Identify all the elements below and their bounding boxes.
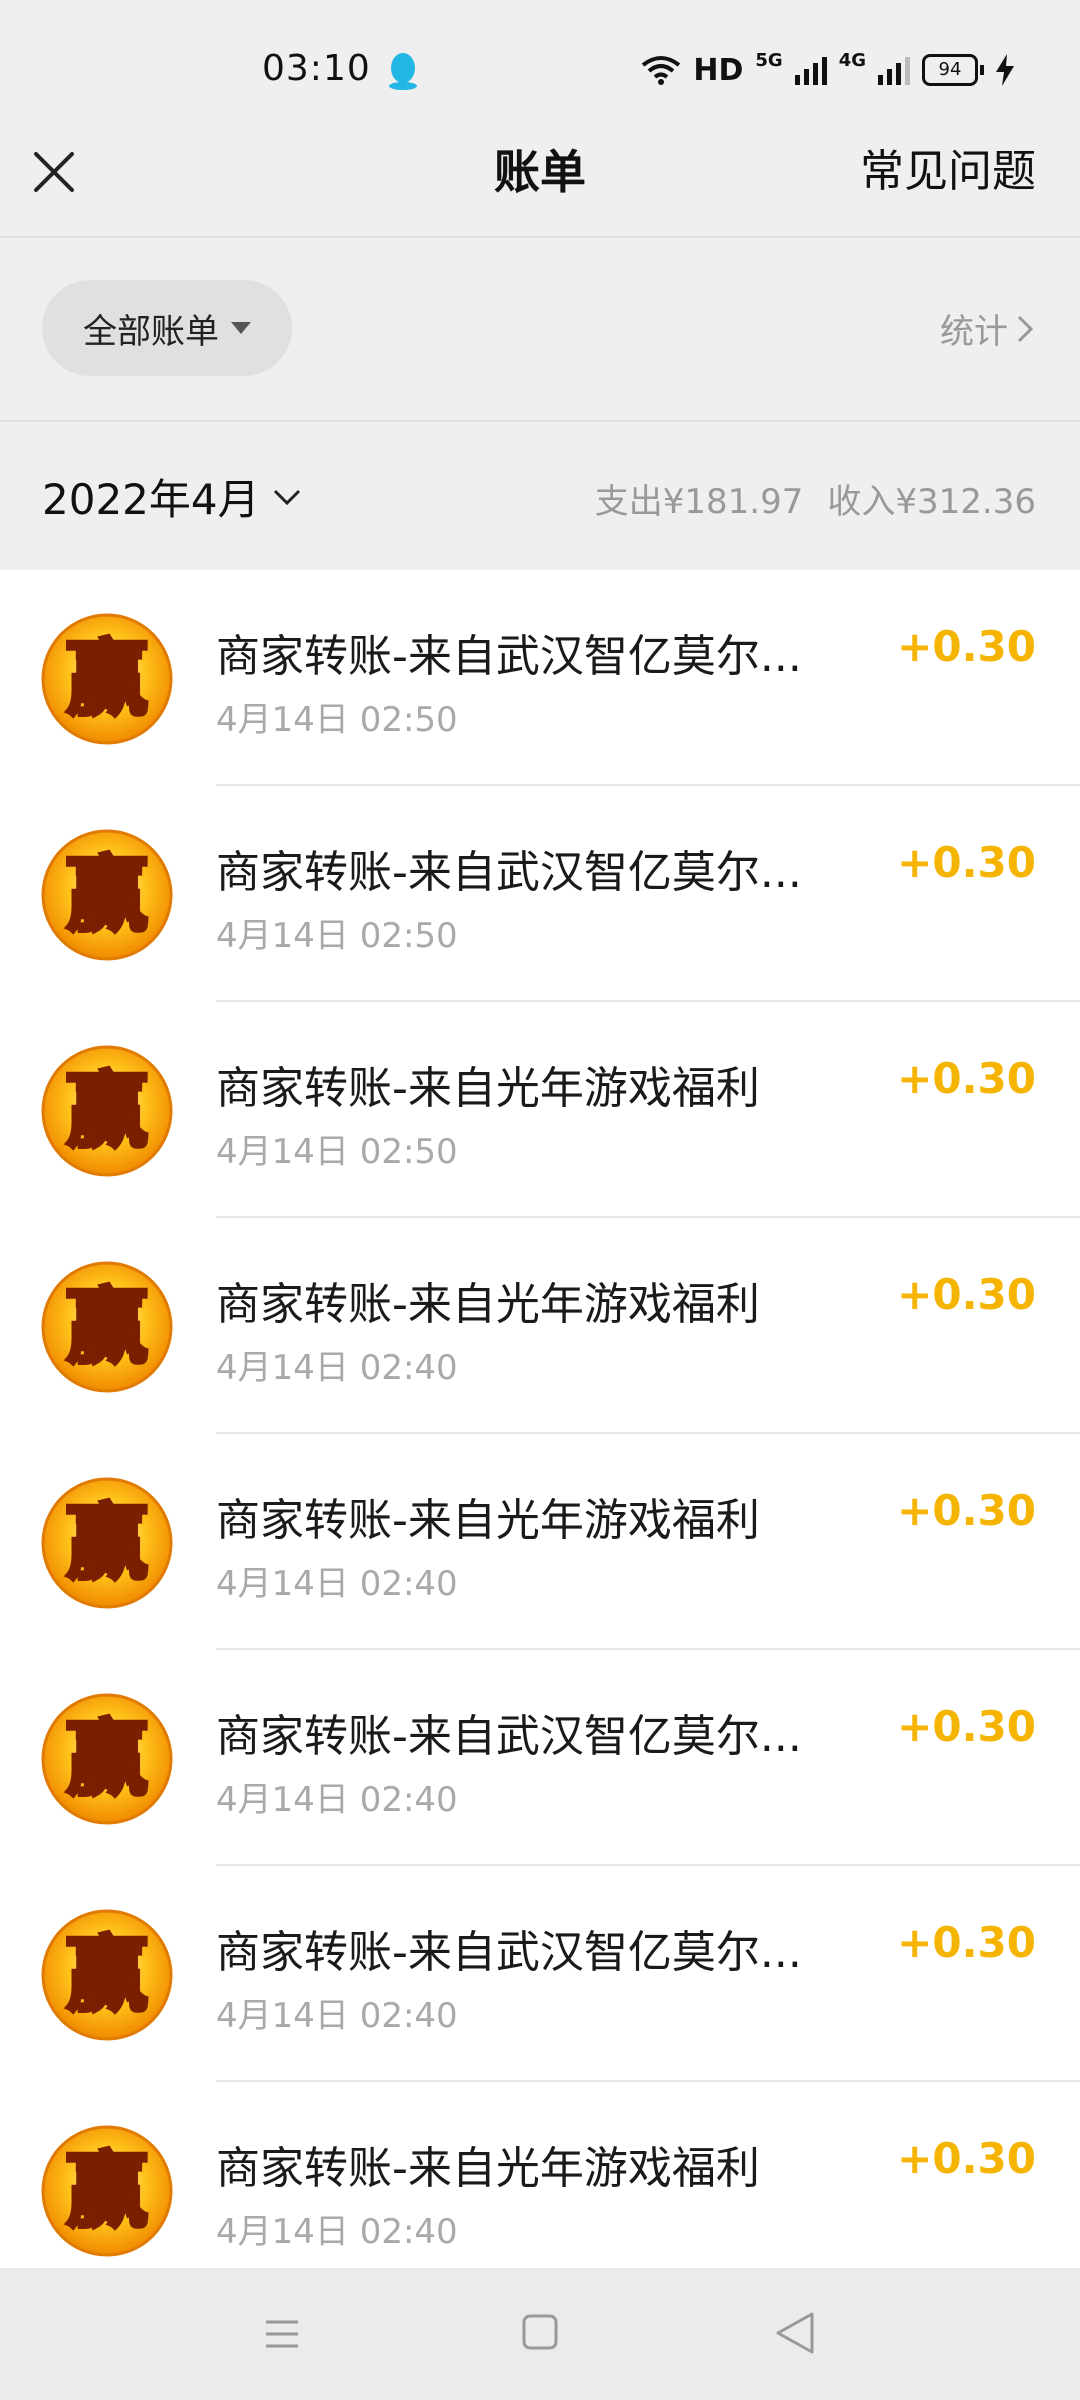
avatar-glyph: 赢 [66,632,148,727]
transaction-title: 商家转账-来自光年游戏福利 [216,1279,760,1330]
transaction-amount: +0.30 [897,1054,1036,1103]
expense-total: 支出¥181.97 [594,482,804,522]
transaction-row[interactable]: 赢 商家转账-来自武汉智亿莫尔... 4月14日 02:40 +0.30 [0,1866,1080,2082]
transaction-amount: +0.30 [897,838,1036,887]
transaction-time: 4月14日 02:50 [216,1132,458,1172]
charging-bolt-icon [996,54,1014,86]
transaction-time: 4月14日 02:40 [216,1348,458,1388]
all-bills-dropdown[interactable]: 全部账单 [42,280,292,376]
signal-4g-icon [878,55,910,85]
avatar-glyph: 赢 [66,1280,148,1375]
transaction-title: 商家转账-来自武汉智亿莫尔... [216,1927,802,1978]
month-selector[interactable]: 2022年4月 [42,466,302,527]
chevron-right-icon [1017,315,1034,342]
transaction-amount: +0.30 [897,1918,1036,1967]
avatar-glyph: 赢 [66,1928,148,2023]
transaction-amount: +0.30 [897,2134,1036,2183]
avatar-glyph: 赢 [66,848,148,943]
back-icon[interactable] [774,2310,816,2356]
transaction-title: 商家转账-来自武汉智亿莫尔... [216,631,802,682]
transaction-row[interactable]: 赢 商家转账-来自光年游戏福利 4月14日 02:50 +0.30 [0,1002,1080,1218]
avatar-glyph: 赢 [66,1496,148,1591]
transaction-row[interactable]: 赢 商家转账-来自光年游戏福利 4月14日 02:40 +0.30 [0,1218,1080,1434]
income-total: 收入¥312.36 [827,482,1036,522]
merchant-avatar-icon: 赢 [41,829,173,961]
wifi-icon [642,56,681,85]
chevron-down-icon [273,489,300,505]
status-time: 03:10 [262,48,371,89]
transaction-title: 商家转账-来自武汉智亿莫尔... [216,847,802,898]
signal-5g-icon [794,55,827,85]
4g-label: 4G [838,49,866,71]
avatar-glyph: 赢 [66,2144,148,2239]
faq-link[interactable]: 常见问题 [860,140,1036,204]
transaction-time: 4月14日 02:40 [216,1564,458,1604]
transaction-time: 4月14日 02:40 [216,2212,458,2252]
battery-cap [980,65,984,75]
transaction-title: 商家转账-来自武汉智亿莫尔... [216,1711,802,1762]
stats-link[interactable]: 统计 [940,304,1034,353]
merchant-avatar-icon: 赢 [41,613,173,745]
transaction-title: 商家转账-来自光年游戏福利 [216,1495,760,1546]
transaction-time: 4月14日 02:40 [216,1780,458,1820]
avatar-glyph: 赢 [66,1712,148,1807]
merchant-avatar-icon: 赢 [41,2125,173,2257]
home-icon[interactable] [520,2312,560,2352]
bill-page: 03:10 HD 5G 4G 94 账单 常见问题 全部账单 统计 2022年4… [0,0,1080,2400]
merchant-avatar-icon: 赢 [41,1261,173,1393]
transaction-amount: +0.30 [897,1702,1036,1751]
transaction-row[interactable]: 赢 商家转账-来自光年游戏福利 4月14日 02:40 +0.30 [0,2082,1080,2298]
month-bar: 2022年4月 支出¥181.97 收入¥312.36 [0,422,1080,570]
nav-bar: 账单 常见问题 [0,140,1080,236]
battery-icon: 94 [922,54,978,86]
transaction-time: 4月14日 02:50 [216,700,458,740]
stats-label: 统计 [940,312,1008,352]
transaction-amount: +0.30 [897,622,1036,671]
status-bar: 03:10 HD 5G 4G 94 [0,0,1080,140]
transaction-time: 4月14日 02:40 [216,1996,458,2036]
system-nav-bar [0,2268,1080,2400]
month-totals: 支出¥181.97 收入¥312.36 [595,474,1036,523]
qq-penguin-icon [389,53,417,90]
merchant-avatar-icon: 赢 [41,1045,173,1177]
status-indicators: HD 5G 4G 94 [641,50,1014,90]
5g-label: 5G [755,49,783,71]
transaction-amount: +0.30 [897,1486,1036,1535]
filter-bar: 全部账单 统计 [0,238,1080,420]
transaction-row[interactable]: 赢 商家转账-来自武汉智亿莫尔... 4月14日 02:50 +0.30 [0,786,1080,1002]
transaction-row[interactable]: 赢 商家转账-来自武汉智亿莫尔... 4月14日 02:50 +0.30 [0,570,1080,786]
transaction-time: 4月14日 02:50 [216,916,458,956]
month-label: 2022年4月 [42,475,260,524]
transaction-row[interactable]: 赢 商家转账-来自武汉智亿莫尔... 4月14日 02:40 +0.30 [0,1650,1080,1866]
caret-down-icon [231,322,251,334]
transaction-amount: +0.30 [897,1270,1036,1319]
merchant-avatar-icon: 赢 [41,1477,173,1609]
transaction-row[interactable]: 赢 商家转账-来自光年游戏福利 4月14日 02:40 +0.30 [0,1434,1080,1650]
merchant-avatar-icon: 赢 [41,1693,173,1825]
transaction-title: 商家转账-来自光年游戏福利 [216,2143,760,2194]
menu-icon[interactable] [262,2314,302,2354]
hd-label: HD [693,52,744,88]
avatar-glyph: 赢 [66,1064,148,1159]
merchant-avatar-icon: 赢 [41,1909,173,2041]
transaction-title: 商家转账-来自光年游戏福利 [216,1063,760,1114]
all-bills-label: 全部账单 [83,311,219,352]
transaction-list: 赢 商家转账-来自武汉智亿莫尔... 4月14日 02:50 +0.30 赢 商… [0,570,1080,2298]
